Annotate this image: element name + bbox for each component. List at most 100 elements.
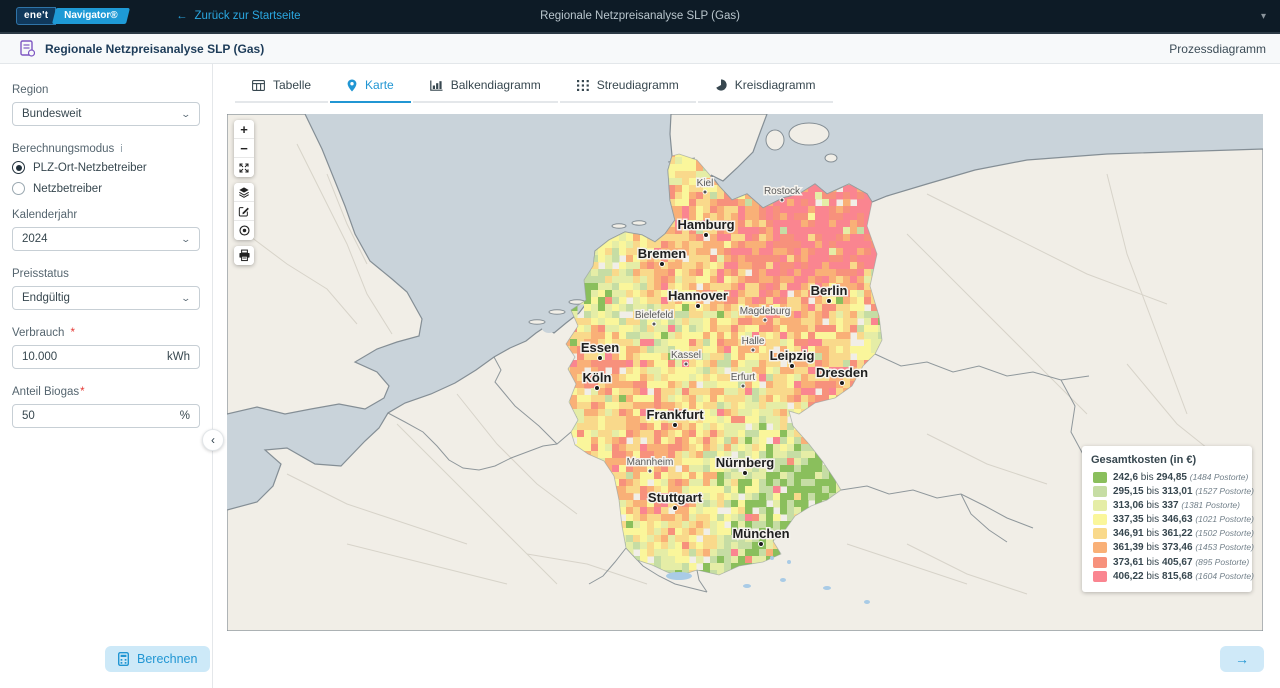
visibility-icon <box>238 224 251 237</box>
region-value: Bundesweit <box>22 108 81 120</box>
city-dot-dresden <box>840 381 845 386</box>
top-navbar: ene't Navigator® ← Zurück zur Startseite… <box>0 0 1280 34</box>
city-dot-mannheim <box>648 469 652 473</box>
year-select[interactable]: 2024 ⌄ <box>12 227 200 251</box>
prozessdiagramm-link[interactable]: Prozessdiagramm <box>1169 42 1266 56</box>
table-icon <box>252 80 265 91</box>
required-mark: * <box>80 386 84 398</box>
print-icon <box>238 249 251 262</box>
city-dot-kassel <box>684 362 688 366</box>
navbar-chevron-down-icon[interactable]: ▾ <box>1261 11 1266 22</box>
berechnen-button[interactable]: Berechnen <box>105 646 210 672</box>
map-canvas[interactable]: KielRostockHamburgBremenBerlinHannoverMa… <box>227 114 1263 631</box>
city-label-erfurt: Erfurt <box>731 372 756 383</box>
draw-button[interactable] <box>234 202 254 221</box>
page-title: Regionale Netzpreisanalyse SLP (Gas) <box>45 42 264 56</box>
zoom-out-button[interactable]: − <box>234 139 254 158</box>
tab-tabelle[interactable]: Tabelle <box>235 78 328 103</box>
back-to-start-link[interactable]: ← Zurück zur Startseite <box>176 10 301 22</box>
city-label-kiel: Kiel <box>697 178 714 189</box>
price-status-field: Preisstatus Endgültig ⌄ <box>12 268 200 310</box>
zoom-in-button[interactable]: + <box>234 120 254 139</box>
legend-range: 295,15 bis 313,01 (1527 Postorte) <box>1113 486 1254 497</box>
content-area: Region Bundesweit ⌄ Berechnungsmodus i P… <box>0 64 1280 688</box>
year-field: Kalenderjahr 2024 ⌄ <box>12 209 200 251</box>
biogas-field: Anteil Biogas * % <box>12 386 200 428</box>
tab-label: Tabelle <box>273 78 311 92</box>
map-pin-icon <box>347 79 357 92</box>
layers-icon <box>238 186 250 198</box>
city-label-magdeburg: Magdeburg <box>740 306 791 317</box>
required-mark: * <box>70 327 74 339</box>
city-label-essen: Essen <box>581 340 619 355</box>
legend-item: 361,39 bis 373,46 (1453 Postorte) <box>1091 542 1243 553</box>
city-dot-bielefeld <box>652 322 656 326</box>
logo-navigator: Navigator® <box>52 8 129 24</box>
legend-item: 346,91 bis 361,22 (1502 Postorte) <box>1091 528 1243 539</box>
city-label-rostock: Rostock <box>764 186 801 197</box>
legend-range: 337,35 bis 346,63 (1021 Postorte) <box>1113 514 1254 525</box>
legend-range: 361,39 bis 373,46 (1453 Postorte) <box>1113 542 1254 553</box>
app-logo[interactable]: ene't Navigator® <box>16 7 128 26</box>
sidebar-collapse-button[interactable]: ‹ <box>202 429 224 451</box>
map-control-group <box>234 183 254 240</box>
year-label: Kalenderjahr <box>12 209 200 221</box>
consumption-inputwrap: kWh <box>12 345 200 369</box>
calculator-icon <box>118 652 129 666</box>
city-dot-stuttgart <box>673 506 678 511</box>
legend-range: 346,91 bis 361,22 (1502 Postorte) <box>1113 528 1254 539</box>
visibility-button[interactable] <box>234 221 254 240</box>
city-label-stuttgart: Stuttgart <box>648 490 703 505</box>
map-controls: +− <box>234 120 254 265</box>
city-label-kassel: Kassel <box>671 350 701 361</box>
next-page-button[interactable]: → <box>1220 646 1264 672</box>
legend-title: Gesamtkosten (in €) <box>1091 454 1243 466</box>
city-dot-berlin <box>827 299 832 304</box>
city-dot-frankfurt <box>673 423 678 428</box>
biogas-input[interactable] <box>22 410 180 422</box>
arrow-right-icon: → <box>1235 651 1249 667</box>
print-button[interactable] <box>234 246 254 265</box>
legend-item: 313,06 bis 337 (1381 Postorte) <box>1091 500 1243 511</box>
tab-streudiagramm[interactable]: Streudiagramm <box>560 78 696 103</box>
back-link-label: Zurück zur Startseite <box>194 10 300 22</box>
radio-plz-ort-netzbetreiber[interactable]: PLZ-Ort-Netzbetreiber <box>12 161 200 174</box>
region-select[interactable]: Bundesweit ⌄ <box>12 102 200 126</box>
city-label-dresden: Dresden <box>816 365 868 380</box>
info-icon[interactable]: i <box>120 143 122 155</box>
tab-label: Streudiagramm <box>597 78 679 92</box>
consumption-input[interactable] <box>22 351 167 363</box>
price-status-value: Endgültig <box>22 292 70 304</box>
city-label-berlin: Berlin <box>811 283 848 298</box>
tab-karte[interactable]: Karte <box>330 78 411 103</box>
legend-swatch <box>1093 542 1107 553</box>
legend-swatch <box>1093 514 1107 525</box>
radio-icon-selected <box>12 161 25 174</box>
tab-label: Balkendiagramm <box>451 78 541 92</box>
tab-kreisdiagramm[interactable]: Kreisdiagramm <box>698 78 833 103</box>
page-header: Regionale Netzpreisanalyse SLP (Gas) Pro… <box>0 34 1280 64</box>
legend-swatch <box>1093 571 1107 582</box>
region-field: Region Bundesweit ⌄ <box>12 84 200 126</box>
city-dot-essen <box>598 356 603 361</box>
tab-balkendiagramm[interactable]: Balkendiagramm <box>413 78 558 103</box>
city-label-nürnberg: Nürnberg <box>716 455 775 470</box>
fullscreen-button[interactable] <box>234 158 254 177</box>
year-value: 2024 <box>22 233 48 245</box>
calculation-mode-group: Berechnungsmodus i PLZ-Ort-Netzbetreiber… <box>12 143 200 195</box>
layers-button[interactable] <box>234 183 254 202</box>
map-legend: Gesamtkosten (in €) 242,6 bis 294,85 (14… <box>1082 446 1252 593</box>
city-dot-nürnberg <box>743 471 748 476</box>
city-label-bremen: Bremen <box>638 246 686 261</box>
tab-label: Kreisdiagramm <box>735 78 816 92</box>
radio-netzbetreiber[interactable]: Netzbetreiber <box>12 182 200 195</box>
price-status-select[interactable]: Endgültig ⌄ <box>12 286 200 310</box>
city-dot-köln <box>595 386 600 391</box>
map-control-group: +− <box>234 120 254 177</box>
city-label-frankfurt: Frankfurt <box>646 407 704 422</box>
legend-item: 337,35 bis 346,63 (1021 Postorte) <box>1091 514 1243 525</box>
legend-range: 242,6 bis 294,85 (1484 Postorte) <box>1113 472 1248 483</box>
price-status-label: Preisstatus <box>12 268 200 280</box>
city-label-halle: Halle <box>742 336 765 347</box>
city-dot-leipzig <box>790 364 795 369</box>
